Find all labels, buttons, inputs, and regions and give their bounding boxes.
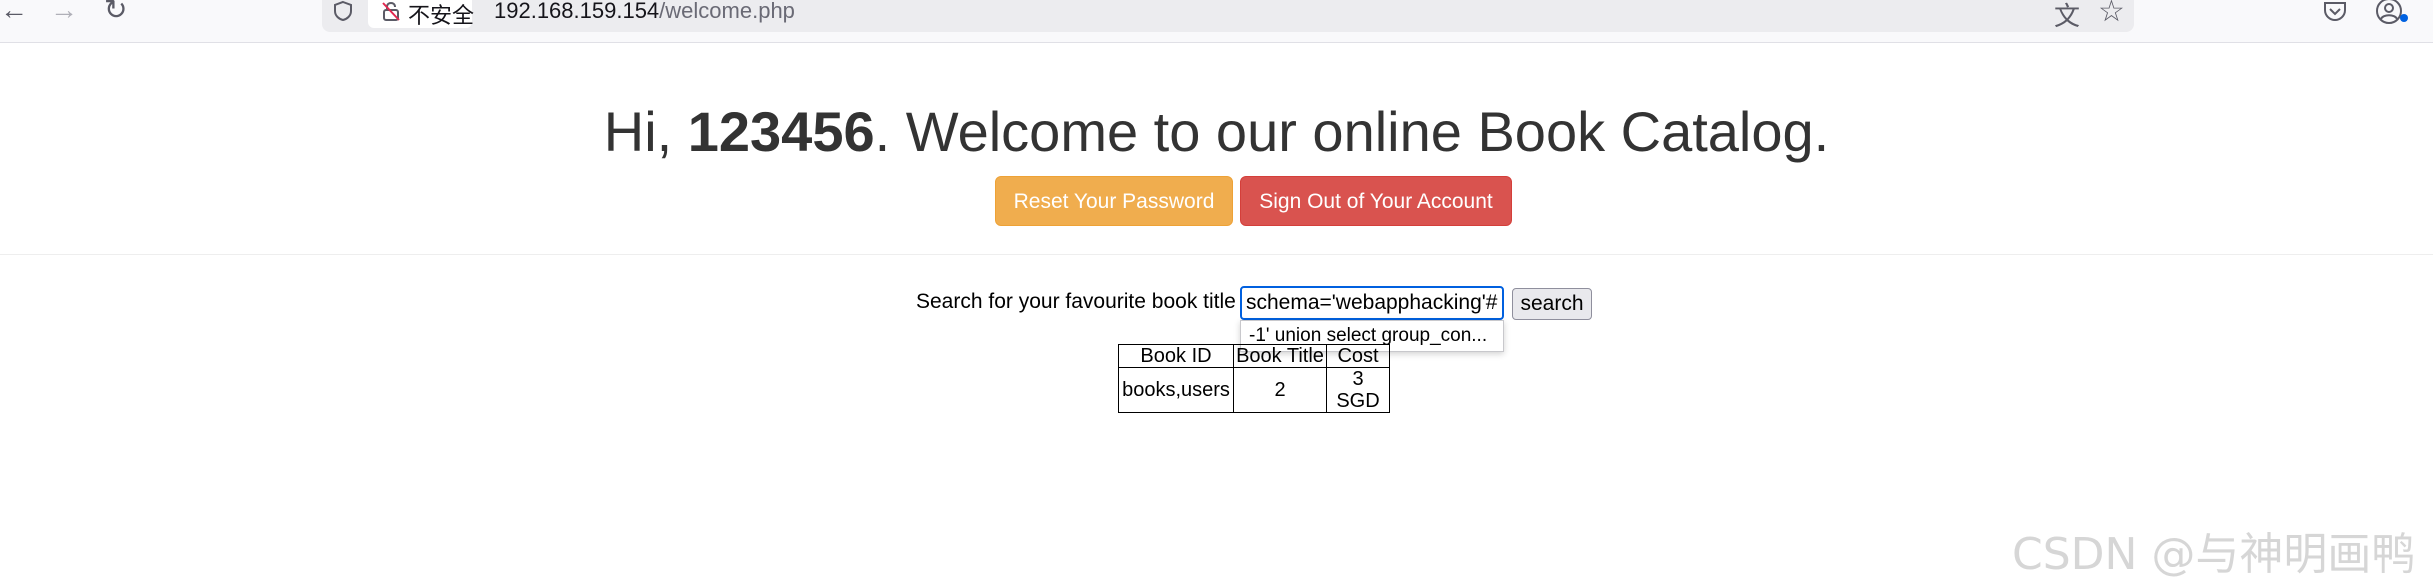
cell-book-id: books,users — [1118, 367, 1234, 413]
username: 123456 — [687, 100, 875, 163]
translate-icon[interactable]: 文 — [2054, 0, 2080, 33]
star-icon[interactable]: ☆ — [2098, 0, 2125, 29]
reload-icon[interactable]: ↻ — [104, 0, 127, 24]
search-input[interactable]: schema='webapphacking'# — [1240, 286, 1504, 320]
cell-book-title: 2 — [1233, 367, 1327, 413]
notification-dot — [2400, 14, 2408, 22]
account-icon[interactable] — [2374, 0, 2404, 26]
cell-cost: 3 SGD — [1326, 367, 1390, 413]
pocket-icon[interactable] — [2322, 0, 2348, 24]
divider — [0, 254, 2433, 255]
column-header-cost: Cost — [1326, 344, 1390, 368]
watermark: CSDN @与神明画鸭 — [2012, 529, 2416, 580]
table-row: books,users 2 3 SGD — [1118, 367, 1390, 413]
security-label: 不安全 — [408, 4, 475, 29]
sign-out-button[interactable]: Sign Out of Your Account — [1240, 176, 1512, 226]
column-header-book-id: Book ID — [1118, 344, 1234, 368]
greeting-suffix: . Welcome to our online Book Catalog. — [874, 100, 1830, 163]
greeting-prefix: Hi, — [603, 100, 688, 163]
search-label: Search for your favourite book title — [916, 290, 1236, 313]
tracking-shield-icon[interactable] — [332, 0, 354, 22]
table-header-row: Book ID Book Title Cost — [1118, 344, 1390, 368]
reset-password-button[interactable]: Reset Your Password — [995, 176, 1233, 226]
url-host: 192.168.159.154 — [494, 0, 660, 23]
column-header-book-title: Book Title — [1233, 344, 1327, 368]
url-path: /welcome.php — [659, 0, 795, 23]
search-button[interactable]: search — [1512, 288, 1592, 320]
arrow-right-icon[interactable]: → — [50, 0, 78, 24]
page-title: Hi, 123456. Welcome to our online Book C… — [0, 98, 2433, 166]
url-text[interactable]: 192.168.159.154/welcome.php — [494, 0, 795, 24]
insecure-lock-icon — [382, 1, 400, 21]
results-table: Book ID Book Title Cost books,users 2 3 … — [1118, 344, 1390, 413]
arrow-left-icon[interactable]: ← — [0, 0, 28, 24]
